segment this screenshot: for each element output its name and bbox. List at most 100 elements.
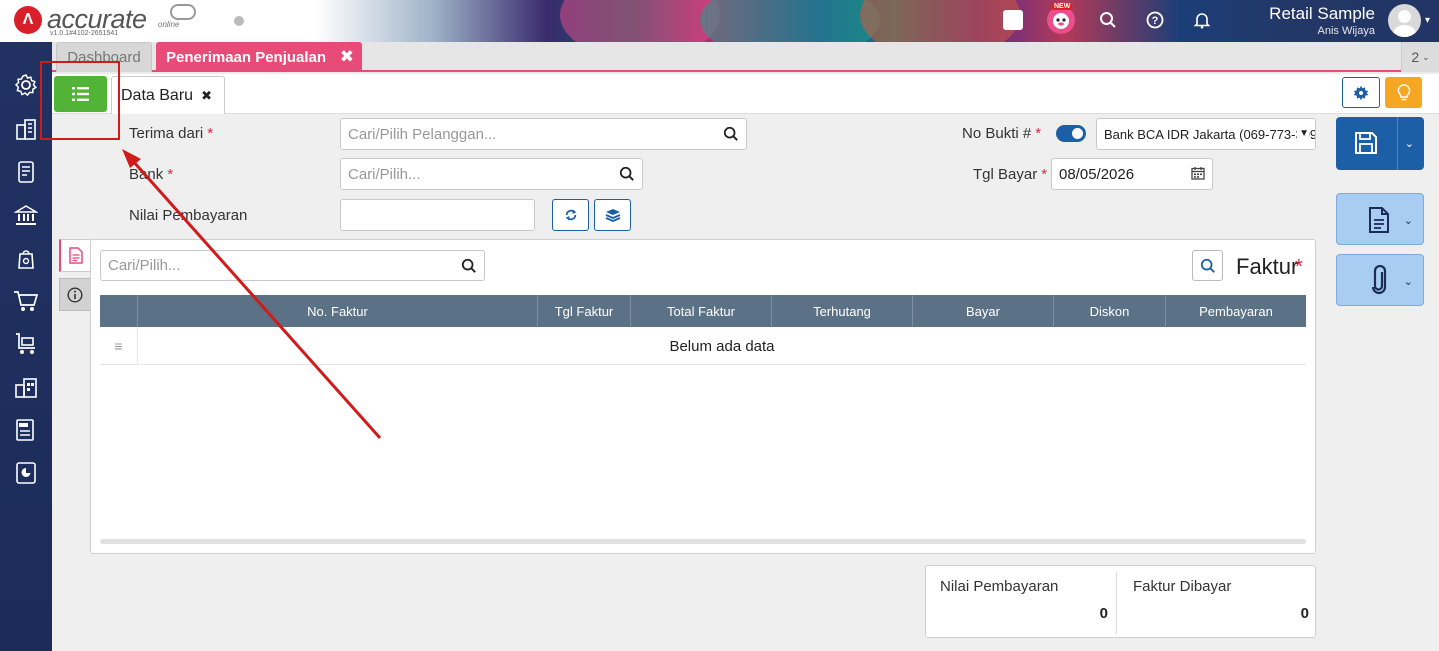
invoice-search-input[interactable]: Cari/Pilih... (100, 250, 485, 281)
tab-strip: Dashboard Penerimaan Penjualan ✖ 2 ⌄ (52, 42, 1439, 72)
sidebar-inventory-icon[interactable] (11, 372, 41, 402)
auto-number-toggle[interactable] (1056, 125, 1086, 142)
top-bar: Λ accurate online v1.0.1#4102-2651541 NE… (0, 0, 1439, 42)
tab-invoice-detail[interactable] (59, 239, 91, 272)
chevron-down-icon[interactable]: ⌄ (1404, 214, 1413, 227)
chevron-down-icon: ⌄ (1422, 51, 1430, 62)
chevron-down-icon: ▼ (1297, 128, 1309, 139)
brand-suffix: online (158, 20, 180, 29)
cloud-icon (170, 4, 196, 20)
gear-icon (1353, 85, 1369, 100)
stack-button[interactable] (594, 199, 631, 231)
no-bukti-label: No Bukti # * (962, 125, 1042, 142)
terima-dari-label: Terima dari * (129, 125, 214, 142)
horizontal-scrollbar[interactable] (100, 539, 1306, 544)
search-icon[interactable] (1096, 8, 1120, 32)
header-decoration (560, 0, 720, 42)
search-icon (1200, 258, 1215, 273)
help-icon[interactable]: ? (1143, 8, 1167, 32)
sidebar-purchase-cart-icon[interactable] (11, 286, 41, 316)
info-icon (67, 286, 83, 303)
refresh-icon (565, 209, 576, 221)
summary-nilai: Nilai Pembayaran 0 (940, 578, 1108, 622)
notification-bell-icon[interactable] (1190, 8, 1214, 32)
floppy-disk-icon (1355, 132, 1377, 154)
app-version: v1.0.1#4102-2651541 (50, 30, 119, 37)
sidebar-sales-cart-icon[interactable] (11, 329, 41, 359)
status-dot (234, 16, 244, 26)
bank-search-input[interactable]: Cari/Pilih... (340, 158, 643, 190)
tab-penerimaan-penjualan[interactable]: Penerimaan Penjualan ✖ (156, 42, 362, 72)
faktur-title: Faktur (1236, 254, 1299, 279)
lightbulb-icon (1397, 83, 1410, 100)
subtab-data-baru[interactable]: Data Baru ✖ (111, 76, 225, 114)
layers-icon (605, 209, 620, 222)
header-decoration (860, 0, 1020, 42)
bank-label: Bank * (129, 166, 174, 183)
close-icon[interactable]: ✖ (340, 47, 354, 67)
column-header[interactable]: Tgl Faktur (538, 295, 631, 327)
document-icon (69, 247, 83, 264)
logo-mark-icon: Λ (14, 5, 42, 34)
print-document-button[interactable]: ⌄ (1336, 193, 1424, 245)
settings-button[interactable] (1342, 77, 1380, 108)
search-icon[interactable] (461, 258, 477, 278)
new-badge: NEW (1052, 3, 1073, 10)
summary-nilai-value: 0 (1099, 605, 1108, 622)
calendar-icon[interactable] (1191, 166, 1205, 184)
apps-grid-icon[interactable] (1003, 10, 1023, 30)
company-info[interactable]: Retail Sample Anis Wijaya (1269, 4, 1375, 37)
sidebar-payment-icon[interactable] (11, 243, 41, 273)
chevron-down-icon[interactable]: ⌄ (1404, 275, 1413, 288)
payment-summary: Nilai Pembayaran 0 Faktur Dibayar 0 (925, 565, 1316, 638)
tab-info[interactable] (59, 278, 91, 311)
recalculate-button[interactable] (552, 199, 589, 231)
annotation-highlight-box (40, 61, 120, 140)
drag-handle-icon[interactable]: ≡ (100, 327, 138, 365)
sidebar-tax-icon[interactable] (11, 415, 41, 445)
user-name: Anis Wijaya (1317, 25, 1375, 37)
invoice-table-header: No. Faktur Tgl Faktur Total Faktur Terhu… (100, 295, 1306, 327)
invoice-panel (90, 239, 1316, 554)
sub-toolbar: Data Baru ✖ (52, 74, 1439, 114)
sidebar-bank-icon[interactable] (11, 200, 41, 230)
sidebar-ledger-icon[interactable] (11, 157, 41, 187)
column-header[interactable]: Bayar (913, 295, 1054, 327)
sidebar-company-icon[interactable] (11, 114, 41, 144)
nilai-pembayaran-label: Nilai Pembayaran (129, 207, 248, 224)
chevron-down-icon[interactable]: ▾ (1425, 15, 1430, 26)
summary-faktur: Faktur Dibayar 0 (1133, 578, 1309, 622)
attachment-button[interactable]: ⌄ (1336, 254, 1424, 306)
tab-label: Penerimaan Penjualan (166, 48, 327, 66)
column-header[interactable]: Total Faktur (631, 295, 772, 327)
sidebar-settings-icon[interactable] (11, 70, 41, 100)
tgl-bayar-input[interactable]: 08/05/2026 (1051, 158, 1213, 190)
close-icon[interactable]: ✖ (201, 88, 212, 104)
column-handle (100, 295, 138, 327)
company-name: Retail Sample (1269, 4, 1375, 23)
mascot-icon[interactable] (1047, 6, 1075, 34)
paperclip-icon (1371, 265, 1387, 295)
column-header[interactable]: Terhutang (772, 295, 913, 327)
tgl-bayar-label: Tgl Bayar * (973, 166, 1048, 183)
open-tabs-count[interactable]: 2 ⌄ (1401, 42, 1439, 72)
nilai-pembayaran-input[interactable] (340, 199, 535, 231)
search-icon[interactable] (619, 166, 635, 186)
chevron-down-icon[interactable]: ⌄ (1405, 137, 1414, 150)
avatar[interactable] (1388, 4, 1421, 37)
save-button[interactable]: ⌄ (1336, 117, 1424, 170)
invoice-search-button[interactable] (1192, 250, 1223, 281)
svg-text:?: ? (1152, 15, 1159, 27)
empty-state-text: Belum ada data (669, 337, 775, 355)
sidebar-report-icon[interactable] (11, 458, 41, 488)
column-header[interactable]: Pembayaran (1166, 295, 1306, 327)
required-mark: * (1295, 256, 1303, 278)
summary-faktur-value: 0 (1300, 605, 1309, 622)
table-row: ≡ Belum ada data (100, 327, 1306, 365)
tips-button[interactable] (1385, 77, 1422, 108)
no-bukti-select[interactable]: Bank BCA IDR Jakarta (069-773-399 ▼ (1096, 118, 1316, 150)
customer-search-input[interactable]: Cari/Pilih Pelanggan... (340, 118, 747, 150)
column-header[interactable]: No. Faktur (138, 295, 538, 327)
column-header[interactable]: Diskon (1054, 295, 1166, 327)
search-icon[interactable] (723, 126, 739, 146)
